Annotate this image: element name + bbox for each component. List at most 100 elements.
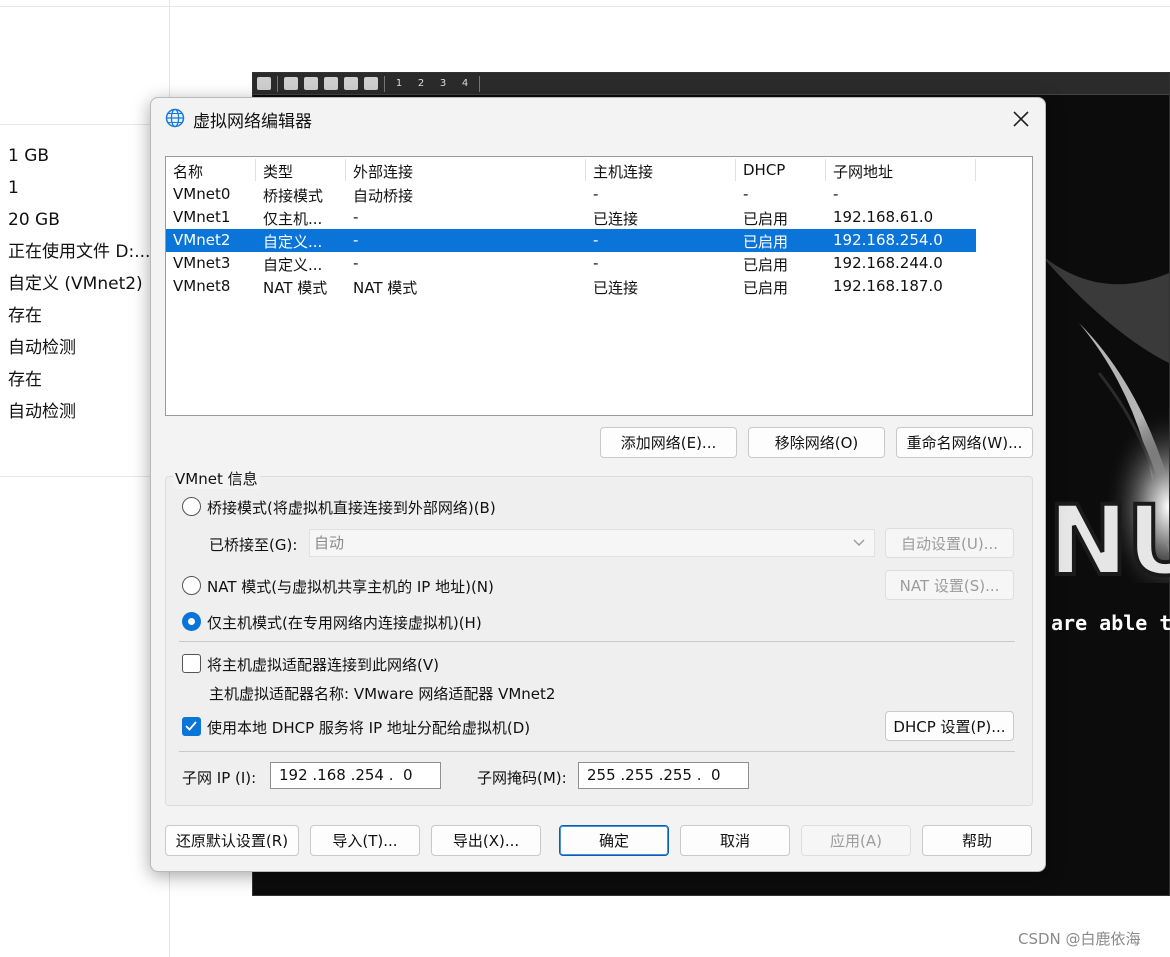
toolbar-separator [277,75,278,92]
table-row[interactable]: VMnet8 NAT 模式 NAT 模式 已连接 已启用 192.168.187… [166,275,976,298]
cell-host: - [593,254,599,272]
column-header-type[interactable]: 类型 [263,161,293,183]
workspace-1[interactable]: 1 [391,78,407,89]
kali-logo-text: NU [1046,483,1170,599]
cell-type: 桥接模式 [263,187,324,205]
desktop-icon[interactable] [284,77,298,90]
vmnet-info-label: VMnet 信息 [173,468,260,489]
column-header-dhcp[interactable]: DHCP [743,161,785,183]
summary-value: 自定义 (VMnet2) [8,274,143,294]
table-header: 名称 类型 外部连接 主机连接 DHCP 子网地址 [166,157,1032,183]
cell-host: - [593,231,599,249]
table-row[interactable]: VMnet3 自定义... - - 已启用 192.168.244.0 [166,252,976,275]
cell-dhcp: 已启用 [743,256,789,274]
close-icon [1013,111,1029,127]
use-dhcp-label[interactable]: 使用本地 DHCP 服务将 IP 地址分配给虚拟机(D) [207,717,530,738]
summary-value: 存在 [8,306,42,326]
add-network-button[interactable]: 添加网络(E)... [600,427,737,458]
cancel-button[interactable]: 取消 [680,825,790,856]
summary-value: 存在 [8,370,42,390]
subnet-mask-label: 子网掩码(M): [477,769,567,787]
cell-subnet: 192.168.187.0 [833,277,943,295]
cell-subnet: 192.168.61.0 [833,208,934,226]
column-header-name[interactable]: 名称 [173,161,203,183]
remove-network-button[interactable]: 移除网络(O) [748,427,885,458]
summary-value: 1 GB [8,146,50,166]
cell-dhcp: 已启用 [743,210,789,228]
summary-value: 正在使用文件 D:... [8,242,151,262]
cell-name: VMnet8 [173,277,231,295]
workspace-4[interactable]: 4 [457,78,473,89]
help-button[interactable]: 帮助 [922,825,1032,856]
bridged-to-value: 自动 [314,534,345,552]
terminal-icon[interactable] [364,77,378,90]
apply-button[interactable]: 应用(A) [801,825,911,856]
column-header-external[interactable]: 外部连接 [353,161,413,183]
workspace-3[interactable]: 3 [435,78,451,89]
column-divider [255,159,256,181]
panel-divider [0,476,170,477]
adapter-name-text: 主机虚拟适配器名称: VMware 网络适配器 VMnet2 [209,685,556,703]
table-row-selected[interactable]: VMnet2 自定义... - - 已启用 192.168.254.0 [166,229,976,252]
export-button[interactable]: 导出(X)... [431,825,541,856]
dhcp-settings-button[interactable]: DHCP 设置(P)... [885,711,1014,741]
column-divider [735,159,736,181]
checkmark-icon [185,721,197,731]
browser-icon[interactable] [344,77,358,90]
summary-value: 自动检测 [8,338,76,358]
divider [179,641,1015,642]
folder-icon[interactable] [304,77,318,90]
table-row[interactable]: VMnet0 桥接模式 自动桥接 - - - [166,183,976,206]
subnet-ip-label: 子网 IP (I): [182,769,257,787]
virtual-network-editor-dialog: 虚拟网络编辑器 名称 类型 外部连接 主机连接 DHCP 子网地址 VMnet0… [150,97,1046,872]
rename-network-button[interactable]: 重命名网络(W)... [896,427,1033,458]
close-button[interactable] [1005,104,1037,134]
nat-mode-label[interactable]: NAT 模式(与虚拟机共享主机的 IP 地址)(N) [207,576,494,597]
cell-external: NAT 模式 [353,279,418,297]
host-only-mode-label[interactable]: 仅主机模式(在专用网络内连接虚拟机)(H) [207,612,482,633]
cell-external: 自动桥接 [353,187,414,205]
use-dhcp-checkbox[interactable] [182,717,201,736]
cell-host: - [593,185,599,203]
bridged-mode-radio[interactable] [182,497,201,516]
dialog-title: 虚拟网络编辑器 [193,112,312,132]
workspace-2[interactable]: 2 [413,78,429,89]
nat-settings-button[interactable]: NAT 设置(S)... [885,570,1014,600]
pin-icon[interactable] [257,77,271,90]
chevron-down-icon [853,539,865,546]
summary-value: 1 [8,178,19,198]
vm-hardware-summary: 1 GB 1 20 GB 正在使用文件 D:... 自定义 (VMnet2) 存… [8,144,158,432]
vm-console-toolbar: 1 2 3 4 [253,73,1169,95]
globe-icon [165,108,185,128]
subnet-ip-input[interactable]: 192 .168 .254 . 0 [270,762,441,789]
connect-adapter-checkbox[interactable] [182,654,201,673]
nat-mode-radio[interactable] [182,576,201,595]
cell-external: - [353,254,359,272]
column-divider [345,159,346,181]
connect-adapter-label[interactable]: 将主机虚拟适配器连接到此网络(V) [207,654,439,675]
table-row[interactable]: VMnet1 仅主机... - 已连接 已启用 192.168.61.0 [166,206,976,229]
import-button[interactable]: 导入(T)... [310,825,420,856]
file-icon[interactable] [324,77,338,90]
toolbar-separator [384,75,385,92]
ok-button[interactable]: 确定 [559,825,669,856]
column-divider [975,159,976,181]
summary-value: 自动检测 [8,402,76,422]
network-list-table[interactable]: 名称 类型 外部连接 主机连接 DHCP 子网地址 VMnet0 桥接模式 自动… [165,156,1033,416]
column-header-host[interactable]: 主机连接 [593,161,653,183]
column-header-subnet[interactable]: 子网地址 [833,161,893,183]
restore-defaults-button[interactable]: 还原默认设置(R) [165,825,299,856]
cell-subnet: 192.168.244.0 [833,254,943,272]
kali-tagline: are able t [1051,611,1170,635]
title-bar[interactable]: 虚拟网络编辑器 [151,98,1045,140]
cell-external: - [353,208,359,226]
host-only-mode-radio[interactable] [182,612,201,631]
cell-subnet: - [833,185,839,203]
column-divider [585,159,586,181]
bridged-mode-label[interactable]: 桥接模式(将虚拟机直接连接到外部网络)(B) [207,497,496,518]
subnet-mask-input[interactable]: 255 .255 .255 . 0 [578,762,749,789]
auto-settings-button[interactable]: 自动设置(U)... [885,528,1014,558]
cell-type: 自定义... [263,256,323,274]
bridged-to-select[interactable]: 自动 [309,529,875,557]
summary-value: 20 GB [8,210,60,230]
